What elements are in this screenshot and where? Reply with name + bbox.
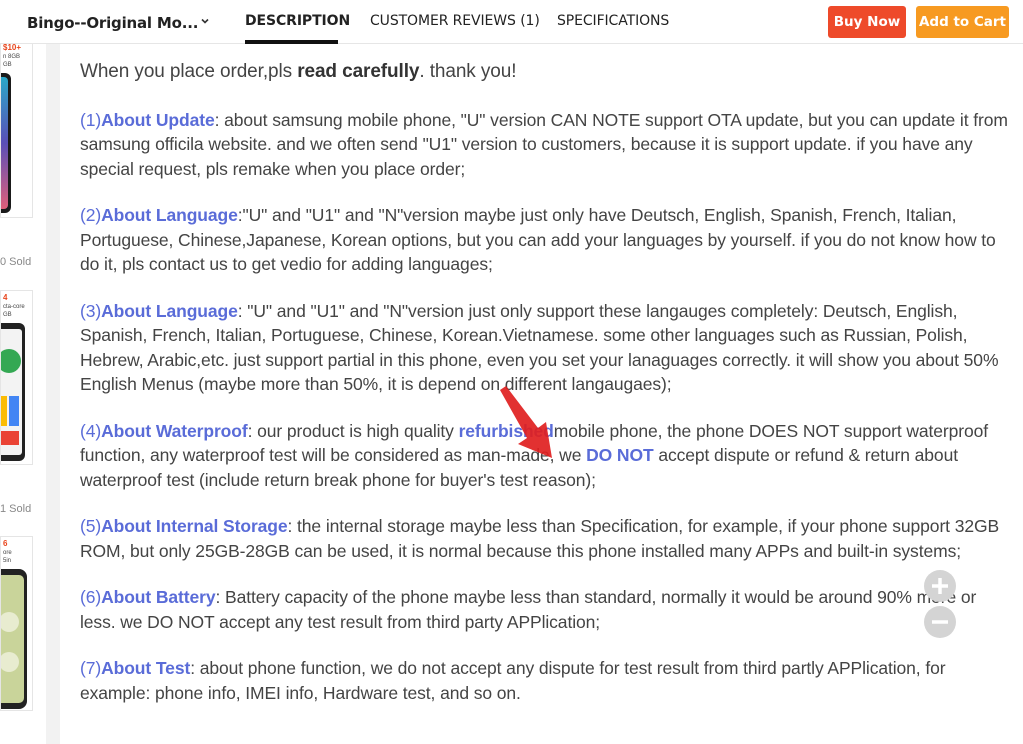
phone-image: [1, 569, 27, 709]
store-name-selector[interactable]: Bingo--Original Mo...: [27, 14, 198, 32]
description-item-battery: (6)About Battery: Battery capacity of th…: [80, 587, 977, 632]
product-spec: n 8GB: [3, 54, 21, 60]
chevron-down-icon[interactable]: [199, 15, 211, 27]
product-spec: GB: [3, 312, 12, 318]
product-badge: 6: [3, 539, 8, 548]
zoom-in-icon[interactable]: [924, 570, 956, 602]
add-to-cart-button[interactable]: Add to Cart: [916, 6, 1009, 38]
zoom-out-icon[interactable]: [924, 606, 956, 638]
description-item-language-support: (3)About Language: "U" and "U1" and "N"v…: [80, 300, 999, 395]
buy-now-button[interactable]: Buy Now: [828, 6, 906, 38]
description-intro: When you place order,pls read carefully.…: [80, 61, 517, 82]
description-item-internal-storage: (5)About Internal Storage: the internal …: [80, 516, 1000, 561]
product-badge: $10+: [3, 44, 22, 52]
description-item-test: (7)About Test: about phone function, we …: [80, 658, 946, 703]
tab-specifications[interactable]: SPECIFICATIONS: [557, 13, 669, 29]
product-spec: 5in: [3, 558, 12, 564]
description-item-language: (2)About Language:"U" and "U1" and "N"ve…: [80, 205, 996, 274]
product-spec: cta-core: [3, 304, 25, 310]
phone-image: [1, 73, 11, 213]
tab-description[interactable]: DESCRIPTION: [245, 13, 350, 29]
phone-image: [1, 323, 25, 461]
tab-customer-reviews[interactable]: CUSTOMER REVIEWS (1): [370, 13, 540, 29]
product-thumbnail[interactable]: 4 cta-core GB: [0, 290, 33, 465]
description-panel: When you place order,pls read carefully.…: [60, 44, 1023, 744]
product-spec: ore: [3, 550, 12, 556]
product-badge: 4: [3, 293, 8, 302]
top-nav-bar: Bingo--Original Mo... DESCRIPTION CUSTOM…: [0, 0, 1023, 44]
product-thumbnail[interactable]: $10+ n 8GB GB: [0, 44, 33, 218]
recommended-products-column: $10+ n 8GB GB 0 Sold 4 cta-core GB 1 Sol…: [0, 44, 46, 744]
sold-count: 0 Sold: [0, 256, 32, 268]
arrow-annotation-icon: [500, 386, 552, 458]
sold-count: 1 Sold: [0, 503, 32, 515]
product-spec: GB: [3, 62, 12, 68]
product-thumbnail[interactable]: 6 ore 5in: [0, 536, 33, 711]
description-item-update: (1)About Update: about samsung mobile ph…: [80, 109, 1008, 179]
